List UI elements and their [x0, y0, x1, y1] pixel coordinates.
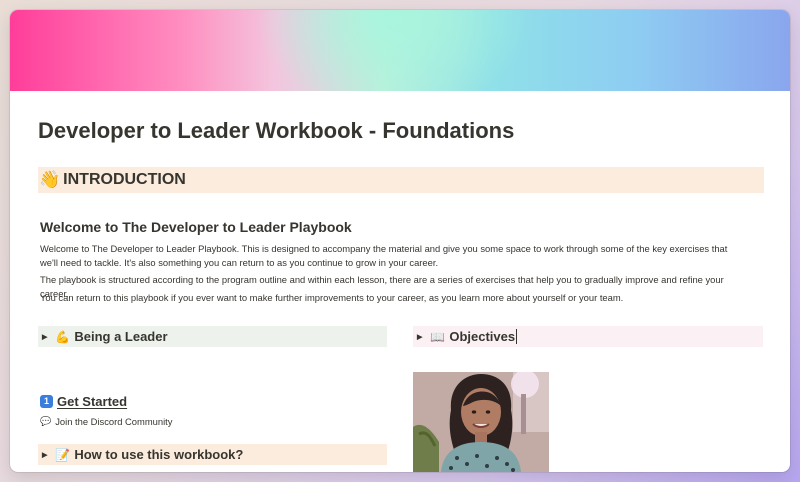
book-icon: 📖: [430, 329, 446, 344]
introduction-heading[interactable]: 👋 INTRODUCTION: [38, 167, 764, 193]
toggle-triangle-icon[interactable]: ▶: [42, 451, 47, 459]
toggle-objectives[interactable]: ▶ 📖 Objectives: [413, 326, 763, 347]
memo-icon: 📝: [55, 447, 71, 462]
get-started-link[interactable]: 1 Get Started: [40, 394, 127, 409]
flexed-biceps-icon: 💪: [55, 329, 71, 344]
notion-window: Developer to Leader Workbook - Foundatio…: [10, 10, 790, 472]
welcome-paragraph-3[interactable]: You can return to this playbook if you e…: [40, 291, 740, 305]
toggle-triangle-icon[interactable]: ▶: [417, 333, 422, 341]
toggle-being-a-leader[interactable]: ▶ 💪 Being a Leader: [38, 326, 387, 347]
discord-community-label: Join the Discord Community: [55, 416, 173, 427]
toggle-objectives-label: Objectives: [449, 329, 516, 344]
cover-image[interactable]: [10, 10, 790, 91]
text-cursor: [516, 329, 518, 344]
page-content: Developer to Leader Workbook - Foundatio…: [10, 91, 790, 472]
welcome-paragraph-1[interactable]: Welcome to The Developer to Leader Playb…: [40, 242, 740, 270]
page-title[interactable]: Developer to Leader Workbook - Foundatio…: [38, 118, 514, 144]
profile-photo-illustration: [413, 372, 549, 472]
toggle-how-to-use-label: How to use this workbook?: [74, 447, 244, 462]
introduction-heading-text: INTRODUCTION: [63, 171, 186, 188]
toggle-triangle-icon[interactable]: ▶: [42, 333, 47, 341]
profile-photo[interactable]: [413, 372, 549, 472]
speech-bubble-icon: 💬: [40, 416, 52, 426]
toggle-being-a-leader-label: Being a Leader: [74, 329, 168, 344]
get-started-label: Get Started: [57, 394, 128, 409]
welcome-heading[interactable]: Welcome to The Developer to Leader Playb…: [40, 219, 352, 235]
discord-community-link[interactable]: 💬 Join the Discord Community: [40, 416, 172, 427]
waving-hand-icon: 👋: [39, 170, 61, 189]
keycap-one-icon: 1: [40, 395, 53, 408]
toggle-how-to-use[interactable]: ▶ 📝 How to use this workbook?: [38, 444, 387, 465]
